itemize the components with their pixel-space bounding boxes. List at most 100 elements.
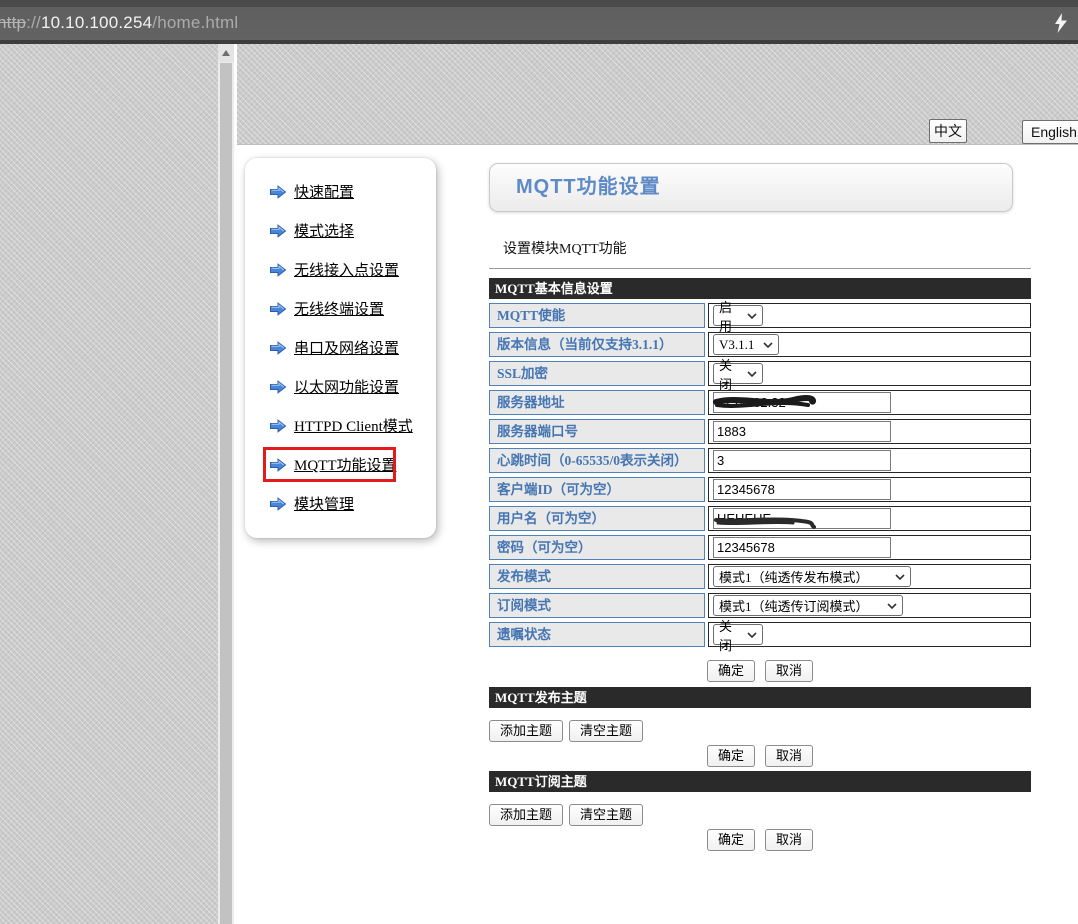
ssl-select[interactable]: 关闭 bbox=[713, 363, 763, 384]
subscribe-ok-button[interactable]: 确定 bbox=[707, 829, 755, 851]
sidebar-item-2[interactable]: 模式选择 bbox=[269, 211, 436, 250]
arrow-right-icon bbox=[269, 263, 287, 277]
sidebar-item-4[interactable]: 无线终端设置 bbox=[269, 289, 436, 328]
section-header-subscribe: MQTT订阅主题 bbox=[489, 771, 1031, 792]
arrow-right-icon bbox=[269, 341, 287, 355]
arrow-right-icon bbox=[269, 419, 287, 433]
publish-clear-topic-button[interactable]: 清空主题 bbox=[569, 720, 643, 742]
url-host: 10.10.100.254 bbox=[41, 13, 152, 32]
field-value-cell: 模式1（纯透传发布模式） bbox=[708, 564, 1031, 589]
field-value-cell: V3.1.1 bbox=[708, 332, 1031, 357]
basic-actions: 确定 取消 bbox=[489, 660, 1031, 682]
password-input[interactable] bbox=[713, 537, 891, 558]
sidebar-item-label[interactable]: 无线接入点设置 bbox=[294, 259, 399, 280]
selected-option: 模式1（纯透传发布模式） bbox=[719, 567, 869, 586]
field-label-ssl: SSL加密 bbox=[489, 361, 705, 386]
sidebar-item-1[interactable]: 快速配置 bbox=[269, 172, 436, 211]
publish-add-topic-button[interactable]: 添加主题 bbox=[489, 720, 563, 742]
url-scheme: http bbox=[0, 13, 26, 32]
publish-mode-select[interactable]: 模式1（纯透传发布模式） bbox=[713, 566, 911, 587]
subscribe-cancel-button[interactable]: 取消 bbox=[765, 829, 813, 851]
arrow-right-icon bbox=[269, 458, 287, 472]
language-english-button[interactable]: English bbox=[1022, 120, 1078, 144]
field-value-cell bbox=[708, 448, 1031, 473]
sidebar-item-8[interactable]: MQTT功能设置 bbox=[269, 445, 436, 484]
url-separator: :// bbox=[26, 13, 41, 32]
table-row-mqtt-enable: MQTT使能启用 bbox=[489, 303, 1031, 328]
language-chinese-button[interactable]: 中文 bbox=[929, 119, 967, 143]
selected-option: 关闭 bbox=[719, 616, 741, 654]
mqtt-enable-select[interactable]: 启用 bbox=[713, 305, 763, 326]
table-row-ssl: SSL加密关闭 bbox=[489, 361, 1031, 386]
table-row-password: 密码（可为空） bbox=[489, 535, 1031, 560]
field-value-cell bbox=[708, 535, 1031, 560]
sidebar-item-9[interactable]: 模块管理 bbox=[269, 484, 436, 523]
server-port-input[interactable] bbox=[713, 421, 891, 442]
chevron-down-icon bbox=[747, 313, 757, 319]
subscribe-clear-topic-button[interactable]: 清空主题 bbox=[569, 804, 643, 826]
config-page-frame: 中文 English 快速配置模式选择无线接入点设置无线终端设置串口及网络设置以… bbox=[237, 44, 1078, 924]
heartbeat-input[interactable] bbox=[713, 450, 891, 471]
chevron-down-icon bbox=[895, 574, 905, 580]
publish-actions: 确定 取消 bbox=[489, 745, 1031, 767]
server-addr-input[interactable] bbox=[713, 392, 891, 413]
sidebar-item-label[interactable]: 无线终端设置 bbox=[294, 298, 384, 319]
sidebar-item-7[interactable]: HTTPD Client模式 bbox=[269, 406, 436, 445]
sidebar-item-6[interactable]: 以太网功能设置 bbox=[269, 367, 436, 406]
sidebar-item-label[interactable]: 模式选择 bbox=[294, 220, 354, 241]
sidebar-item-5[interactable]: 串口及网络设置 bbox=[269, 328, 436, 367]
field-label-will-status: 遗嘱状态 bbox=[489, 622, 705, 647]
sidebar-item-label[interactable]: MQTT功能设置 bbox=[294, 454, 397, 475]
field-value-cell bbox=[708, 419, 1031, 444]
table-row-version: 版本信息（当前仅支持3.1.1） V3.1.1 bbox=[489, 332, 1031, 357]
field-value-cell bbox=[708, 390, 1031, 415]
page-subtitle: 设置模块MQTT功能 bbox=[503, 238, 627, 258]
version-select[interactable]: V3.1.1 bbox=[713, 334, 779, 355]
divider-rule bbox=[489, 268, 1031, 269]
chevron-down-icon bbox=[747, 371, 757, 377]
subscribe-topic-buttons: 添加主题 清空主题 bbox=[489, 804, 1031, 826]
subscribe-mode-select[interactable]: 模式1（纯透传订阅模式） bbox=[713, 595, 903, 616]
username-input[interactable] bbox=[713, 508, 891, 529]
arrow-right-icon bbox=[269, 224, 287, 238]
client-id-input[interactable] bbox=[713, 479, 891, 500]
scrollbar-up-arrow[interactable] bbox=[218, 44, 234, 62]
field-label-server-addr: 服务器地址 bbox=[489, 390, 705, 415]
field-value-cell: 关闭 bbox=[708, 361, 1031, 386]
table-row-publish-mode: 发布模式模式1（纯透传发布模式） bbox=[489, 564, 1031, 589]
field-label-subscribe-mode: 订阅模式 bbox=[489, 593, 705, 618]
address-bar[interactable]: http://10.10.100.254/home.html bbox=[0, 13, 238, 33]
field-label-mqtt-enable: MQTT使能 bbox=[489, 303, 705, 328]
selected-option: 启用 bbox=[719, 297, 741, 335]
sidebar-item-label[interactable]: 模块管理 bbox=[294, 493, 354, 514]
sidebar-item-label[interactable]: 以太网功能设置 bbox=[294, 376, 399, 397]
table-row-heartbeat: 心跳时间（0-65535/0表示关闭） bbox=[489, 448, 1031, 473]
url-path: /home.html bbox=[152, 13, 238, 32]
table-row-client-id: 客户端ID（可为空） bbox=[489, 477, 1031, 502]
field-label-server-port: 服务器端口号 bbox=[489, 419, 705, 444]
table-row-server-port: 服务器端口号 bbox=[489, 419, 1031, 444]
vertical-scrollbar[interactable] bbox=[218, 44, 234, 924]
page-title: MQTT功能设置 bbox=[489, 163, 1013, 212]
scrollbar-thumb[interactable] bbox=[220, 63, 232, 924]
field-label-version: 版本信息（当前仅支持3.1.1） bbox=[489, 332, 705, 357]
basic-ok-button[interactable]: 确定 bbox=[707, 660, 755, 682]
field-label-publish-mode: 发布模式 bbox=[489, 564, 705, 589]
field-label-username: 用户名（可为空） bbox=[489, 506, 705, 531]
arrow-right-icon bbox=[269, 497, 287, 511]
sidebar-item-label[interactable]: 快速配置 bbox=[294, 181, 354, 202]
subscribe-add-topic-button[interactable]: 添加主题 bbox=[489, 804, 563, 826]
sidebar-item-label[interactable]: HTTPD Client模式 bbox=[294, 415, 413, 436]
selected-option: 模式1（纯透传订阅模式） bbox=[719, 596, 869, 615]
table-row-subscribe-mode: 订阅模式模式1（纯透传订阅模式） bbox=[489, 593, 1031, 618]
sidebar-item-label[interactable]: 串口及网络设置 bbox=[294, 337, 399, 358]
publish-ok-button[interactable]: 确定 bbox=[707, 745, 755, 767]
field-value-cell: 模式1（纯透传订阅模式） bbox=[708, 593, 1031, 618]
arrow-right-icon bbox=[269, 302, 287, 316]
basic-cancel-button[interactable]: 取消 bbox=[765, 660, 813, 682]
will-status-select[interactable]: 关闭 bbox=[713, 624, 763, 645]
publish-cancel-button[interactable]: 取消 bbox=[765, 745, 813, 767]
chevron-down-icon bbox=[887, 603, 897, 609]
field-label-password: 密码（可为空） bbox=[489, 535, 705, 560]
sidebar-item-3[interactable]: 无线接入点设置 bbox=[269, 250, 436, 289]
